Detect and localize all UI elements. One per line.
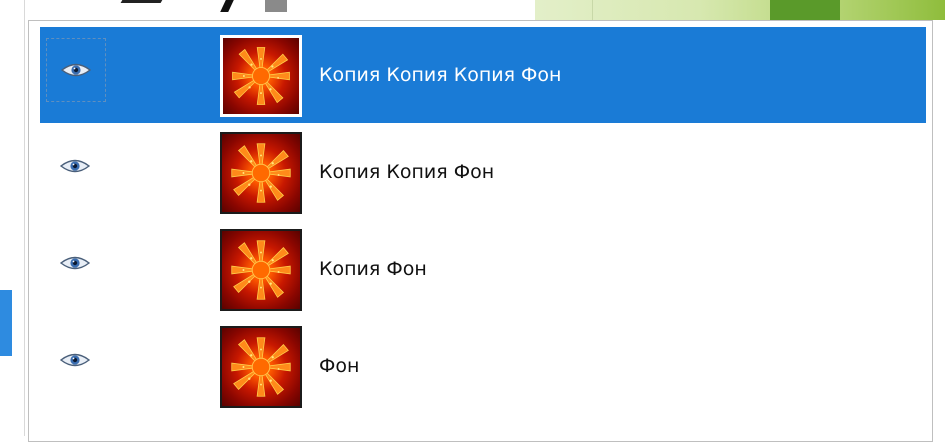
thumbnail-art bbox=[231, 240, 291, 300]
layer-row-2[interactable]: Копия Фон bbox=[40, 221, 926, 317]
layer-row-1[interactable]: Копия Копия Фон bbox=[40, 124, 926, 220]
layer-thumbnail[interactable] bbox=[220, 35, 302, 117]
layer-name: Копия Копия Копия Фон bbox=[319, 64, 562, 86]
visibility-toggle[interactable] bbox=[46, 38, 106, 102]
visibility-toggle[interactable] bbox=[46, 329, 104, 391]
layer-thumbnail[interactable] bbox=[220, 326, 302, 408]
layer-name: Фон bbox=[319, 355, 360, 377]
window-left-border bbox=[24, 0, 25, 436]
visibility-toggle[interactable] bbox=[46, 232, 104, 294]
slide-decoration-dark-green bbox=[770, 0, 840, 20]
eye-icon bbox=[60, 256, 90, 270]
layers-panel: Копия Копия Копия Фон Копия Копия Фон Ко… bbox=[28, 20, 933, 442]
slide-decoration-divider bbox=[592, 0, 593, 20]
thumbnail-art bbox=[231, 143, 291, 203]
layer-row-0[interactable]: Копия Копия Копия Фон bbox=[40, 27, 926, 123]
toolbar-strip bbox=[28, 0, 548, 18]
slide-decoration-blue bbox=[0, 290, 12, 356]
slide-decoration-green bbox=[535, 0, 945, 20]
thumbnail-art bbox=[231, 337, 291, 397]
tool-icon-swatch[interactable] bbox=[265, 0, 287, 12]
layer-name: Копия Фон bbox=[319, 258, 427, 280]
tool-icon-stroke[interactable] bbox=[113, 0, 163, 15]
eye-icon bbox=[60, 159, 90, 173]
thumbnail-art bbox=[232, 47, 290, 105]
visibility-toggle[interactable] bbox=[46, 135, 104, 197]
layer-row-3[interactable]: Фон bbox=[40, 318, 926, 414]
layer-thumbnail[interactable] bbox=[220, 132, 302, 214]
layer-name: Копия Копия Фон bbox=[319, 161, 495, 183]
eye-icon bbox=[61, 63, 91, 77]
tool-icon-brush[interactable] bbox=[220, 0, 234, 12]
layer-thumbnail[interactable] bbox=[220, 229, 302, 311]
eye-icon bbox=[60, 353, 90, 367]
